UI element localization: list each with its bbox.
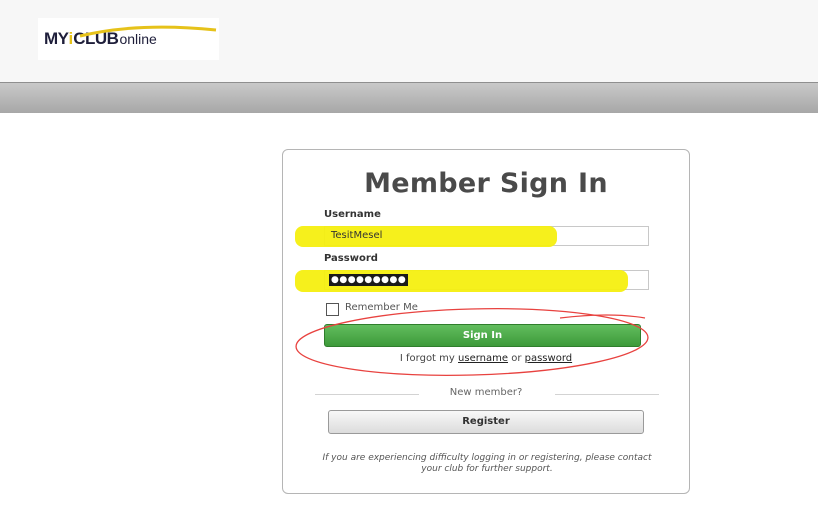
- forgot-username-link[interactable]: username: [458, 353, 508, 364]
- password-masked-value: ●●●●●●●●●: [329, 274, 409, 286]
- new-member-label: New member?: [449, 387, 523, 398]
- username-value: TesitMesel: [331, 230, 383, 241]
- myclubonline-logo[interactable]: MY i CLUB online: [38, 18, 219, 60]
- sign-in-card: Member Sign In Username TesitMesel Passw…: [282, 149, 690, 494]
- username-label: Username: [324, 209, 381, 220]
- register-button[interactable]: Register: [328, 410, 644, 434]
- forgot-password-link[interactable]: password: [525, 353, 572, 364]
- logo-swoosh-icon: [79, 25, 217, 38]
- forgot-prefix: I forgot my: [399, 353, 455, 364]
- page-title: Member Sign In: [364, 168, 608, 199]
- remember-me-checkbox[interactable]: [326, 303, 339, 316]
- remember-me-label[interactable]: Remember Me: [345, 302, 418, 313]
- help-text: If you are experiencing difficulty loggi…: [322, 453, 652, 474]
- logo-text-my: MY: [44, 29, 69, 48]
- sign-in-button[interactable]: Sign In: [324, 324, 641, 347]
- top-nav-bar: [0, 82, 818, 114]
- header: MY i CLUB online: [0, 0, 818, 82]
- password-label: Password: [324, 253, 378, 264]
- forgot-or: or: [511, 353, 522, 364]
- forgot-credentials-text: I forgot my username or password: [283, 353, 689, 364]
